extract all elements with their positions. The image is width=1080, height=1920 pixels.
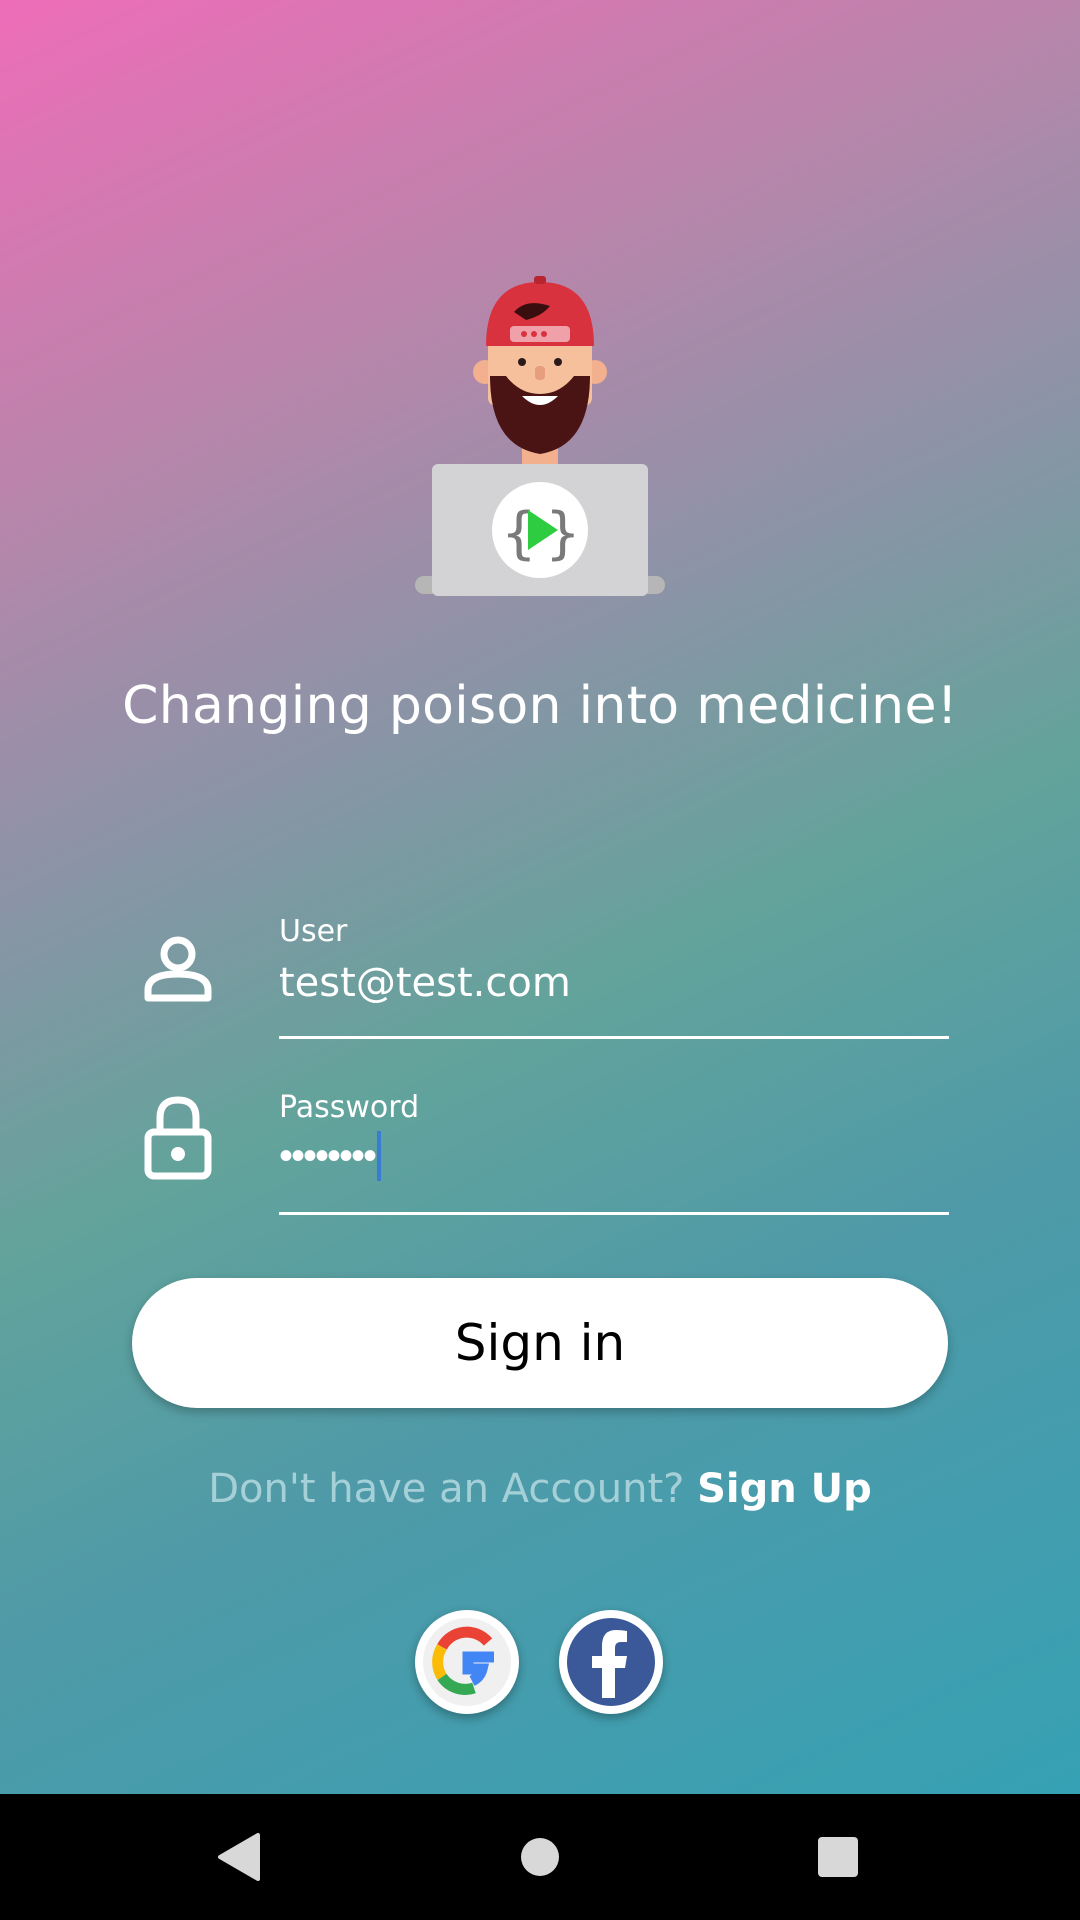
google-icon — [423, 1618, 511, 1706]
password-masked-value: •••••••• — [279, 1133, 377, 1178]
user-label: User — [279, 914, 348, 949]
password-input[interactable]: •••••••• — [279, 1131, 949, 1187]
developer-avatar-logo: { } — [415, 276, 665, 596]
home-icon[interactable] — [510, 1827, 570, 1887]
signup-question: Don't have an Account? — [208, 1466, 685, 1512]
login-screen: { } Changing poison into medicine! User … — [0, 0, 1080, 1794]
user-underline — [279, 1036, 949, 1039]
password-underline — [279, 1212, 949, 1215]
user-field[interactable]: User — [279, 914, 949, 1039]
lock-icon — [144, 1096, 212, 1180]
person-outline-icon — [144, 936, 212, 1002]
back-icon[interactable] — [210, 1827, 270, 1887]
recents-icon[interactable] — [808, 1827, 868, 1887]
google-signin-button[interactable] — [415, 1610, 519, 1714]
password-label: Password — [279, 1090, 420, 1125]
text-caret — [377, 1131, 382, 1181]
password-field[interactable]: Password •••••••• — [279, 1090, 949, 1215]
signup-row: Don't have an Account? Sign Up — [0, 1466, 1080, 1512]
facebook-signin-button[interactable] — [559, 1610, 663, 1714]
signup-link[interactable]: Sign Up — [697, 1466, 872, 1512]
user-input[interactable] — [279, 955, 949, 1011]
facebook-icon — [567, 1618, 655, 1706]
system-nav-bar — [0, 1794, 1080, 1920]
signin-button[interactable]: Sign in — [132, 1278, 948, 1408]
tagline: Changing poison into medicine! — [122, 676, 958, 736]
